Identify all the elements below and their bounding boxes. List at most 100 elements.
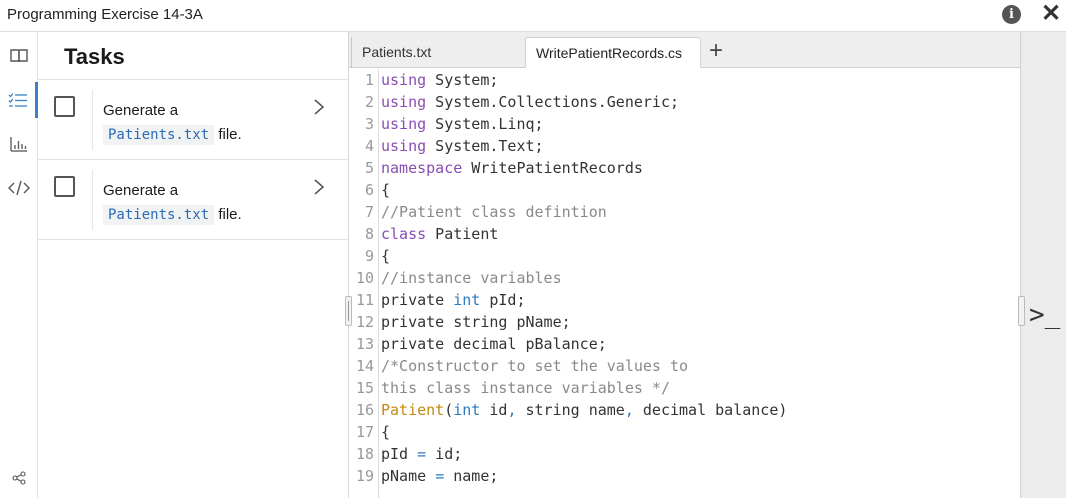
line-number: 9 <box>364 247 374 265</box>
code-token: int <box>453 291 481 309</box>
line-number: 17 <box>355 423 374 441</box>
code-token: /*Constructor to set the values to <box>381 357 689 375</box>
tasks-header: Tasks <box>38 32 349 80</box>
code-line[interactable]: 17 { <box>349 421 1020 443</box>
code-token: this class instance variables */ <box>381 379 670 397</box>
line-number: 3 <box>364 115 374 133</box>
code-line[interactable]: 11 private int pId; <box>349 289 1020 311</box>
code-line[interactable]: 1 using System; <box>349 69 1020 91</box>
left-pane-resize-handle[interactable] <box>345 296 352 326</box>
task-prefix: Generate a <box>103 102 179 119</box>
code-token: ( <box>444 401 454 419</box>
code-line[interactable]: 5 namespace WritePatientRecords <box>349 157 1020 179</box>
line-number: 15 <box>355 379 374 397</box>
code-token: class <box>381 225 427 243</box>
book-icon <box>10 49 28 63</box>
task-code-chip: Patients.txt <box>103 205 215 225</box>
tasks-panel: Tasks Generate a Patients.txt file. Gene… <box>38 32 349 498</box>
task-suffix: file. <box>214 126 242 143</box>
code-editor[interactable]: 1 using System; 2 using System.Collections.… <box>349 69 1020 498</box>
tab-write-patient-records[interactable]: WritePatientRecords.cs <box>525 37 701 68</box>
code-token: pName <box>381 467 436 485</box>
line-number: 14 <box>355 357 374 375</box>
code-token: using <box>381 115 427 133</box>
code-token: //instance variables <box>381 269 562 287</box>
chevron-right-icon[interactable] <box>313 178 325 196</box>
code-token: Patient <box>381 401 445 419</box>
right-rail: >_ <box>1018 32 1066 498</box>
code-token: private string pName; <box>381 313 571 331</box>
close-icon[interactable]: ✕ <box>1040 1 1062 27</box>
code-line[interactable]: 7 //Patient class defintion <box>349 201 1020 223</box>
chevron-right-icon[interactable] <box>313 98 325 116</box>
code-line[interactable]: 3 using System.Linq; <box>349 113 1020 135</box>
code-line[interactable]: 12 private string pName; <box>349 311 1020 333</box>
code-line[interactable]: 18 pId = id; <box>349 443 1020 465</box>
code-line[interactable]: 4 using System.Text; <box>349 135 1020 157</box>
rail-chart-button[interactable] <box>0 126 38 162</box>
code-line[interactable]: 13 private decimal pBalance; <box>349 333 1020 355</box>
tab-patients-txt[interactable]: Patients.txt <box>351 37 523 68</box>
code-line[interactable]: 14 /*Constructor to set the values to <box>349 355 1020 377</box>
code-text: private int pId; <box>381 289 526 311</box>
task-code-chip: Patients.txt <box>103 125 215 145</box>
code-text: //instance variables <box>381 267 562 289</box>
add-tab-button[interactable]: + <box>709 37 723 65</box>
code-text: pId = id; <box>381 443 462 465</box>
code-text: using System.Collections.Generic; <box>381 91 679 113</box>
code-text: Patient(int id, string name, decimal bal… <box>381 399 787 421</box>
code-token: , <box>624 401 634 419</box>
line-number: 5 <box>364 159 374 177</box>
code-line[interactable]: 9{ <box>349 245 1020 267</box>
code-text: { <box>381 245 390 267</box>
task-text: Generate a Patients.txt file. <box>103 99 303 147</box>
code-text: /*Constructor to set the values to <box>381 355 688 377</box>
code-token: = <box>417 445 427 463</box>
line-number: 4 <box>364 137 374 155</box>
code-icon <box>8 180 30 196</box>
code-text: private decimal pBalance; <box>381 333 607 355</box>
code-token: private decimal pBalance; <box>381 335 607 353</box>
code-line[interactable]: 6{ <box>349 179 1020 201</box>
code-token: string name <box>516 401 625 419</box>
terminal-icon[interactable]: >_ <box>1029 300 1060 330</box>
task-checkbox[interactable] <box>54 96 75 117</box>
line-number: 10 <box>355 269 374 287</box>
code-text: class Patient <box>381 223 498 245</box>
task-list-icon <box>8 93 27 107</box>
code-line[interactable]: 8 class Patient <box>349 223 1020 245</box>
code-line[interactable]: 19 pName = name; <box>349 465 1020 487</box>
code-line[interactable]: 15 this class instance variables */ <box>349 377 1020 399</box>
code-text: //Patient class defintion <box>381 201 607 223</box>
code-line[interactable]: 2 using System.Collections.Generic; <box>349 91 1020 113</box>
code-token: //Patient class defintion <box>381 203 607 221</box>
task-checkbox[interactable] <box>54 176 75 197</box>
right-pane-resize-handle[interactable] <box>1018 296 1025 326</box>
code-token: System.Collections.Generic; <box>426 93 680 111</box>
task-item[interactable]: Generate a Patients.txt file. <box>38 160 349 240</box>
line-number: 8 <box>364 225 374 243</box>
rail-tasks-button[interactable] <box>0 82 38 118</box>
line-number: 13 <box>355 335 374 353</box>
code-token: id <box>480 401 508 419</box>
rail-book-button[interactable] <box>0 38 38 74</box>
line-number: 1 <box>364 71 374 89</box>
editor-tab-bar: Patients.txt WritePatientRecords.cs + <box>349 32 1020 68</box>
code-token: using <box>381 71 427 89</box>
code-line[interactable]: 16 Patient(int id, string name, decimal b… <box>349 399 1020 421</box>
code-token: System.Text; <box>426 137 544 155</box>
code-token: id; <box>426 445 463 463</box>
line-number: 7 <box>364 203 374 221</box>
task-prefix: Generate a <box>103 182 179 199</box>
code-token: Patient <box>426 225 499 243</box>
code-token: private <box>381 291 454 309</box>
line-number: 16 <box>355 401 374 419</box>
rail-share-button[interactable] <box>0 460 38 496</box>
info-icon[interactable]: i <box>1002 5 1021 24</box>
code-line[interactable]: 10 //instance variables <box>349 267 1020 289</box>
task-item[interactable]: Generate a Patients.txt file. <box>38 80 349 160</box>
rail-code-button[interactable] <box>0 170 38 206</box>
code-token: using <box>381 137 427 155</box>
share-icon <box>12 471 26 485</box>
left-rail <box>0 32 38 498</box>
